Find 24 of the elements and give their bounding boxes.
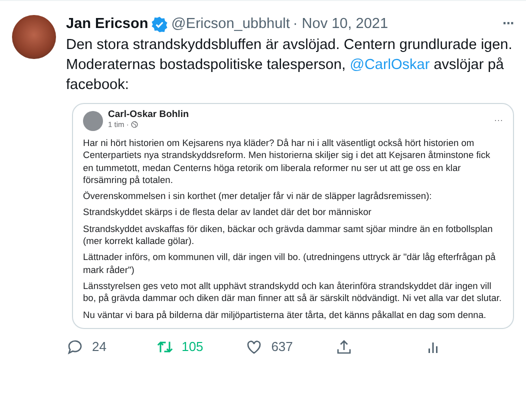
action-count: 24: [92, 339, 106, 354]
action-count: 637: [271, 339, 293, 354]
more-button[interactable]: ···: [502, 16, 514, 32]
post-paragraph: Länsstyrelsen ges veto mot allt upphävt strandskydd och kan återinföra strandskyddet där ingen vill bo, på grävda dammar och diken där man finner att så är särskilt nödvändigt. Ni vet alla var det slutar.: [83, 280, 503, 305]
author-name[interactable]: Jan Ericson: [66, 16, 148, 32]
post-more-dots: ···: [494, 115, 503, 125]
avatar: [83, 111, 103, 131]
post-paragraph: Lättnader införs, om kommunen vill, där ingen vill bo. (utredningens uttryck är "där låg efterfrågan på mark råder"): [83, 251, 497, 276]
embedded-post-card[interactable]: [72, 103, 514, 329]
speech-bubble-icon[interactable]: [66, 338, 84, 356]
tweet-date[interactable]: · Nov 10, 2021: [292, 16, 388, 32]
avatar[interactable]: [12, 15, 56, 59]
post-paragraph: Har ni hört historien om Kejsarens nya kläder? Då har ni i allt väsentligt också hört historien om Centerpartiets nya strandskyddsreform. Men historierna skiljer sig i det att Kejsaren åtminstone fick en tummetott, medan Centerns höga retorik om liberala reformer nu ser ut att ge oss en klar försämring på totalen.: [83, 137, 492, 186]
post-paragraph: Överenskommelsen i sin korthet (mer detaljer får vi när de släpper lagrådsremissen):: [83, 190, 433, 202]
post-paragraph: Nu väntar vi bara på bilderna där miljöpartisterna äter tårta, det känns påkallat en dag som denna.: [83, 308, 488, 321]
heart-icon[interactable]: [245, 338, 264, 356]
tweet-text: Den stora strandskyddsbluffen är avslöjad. Centern grundlurade igen. Moderaternas bostadspolitiske talesperson, @CarlOskar avslöjar på facebook:: [66, 36, 514, 95]
share-icon[interactable]: [334, 338, 353, 356]
globe-icon: [130, 121, 138, 128]
post-paragraph: Strandskyddet avskaffas för diken, bäckar och grävda dammar samt sjöar mindre än en fotbollsplan (mer korrekt kallade gölar).: [83, 222, 494, 248]
action-count: 105: [182, 339, 204, 354]
post-paragraph: Strandskyddet skärps i de flesta delar av landet där det bor människor: [83, 206, 372, 219]
post-author-name: Carl-Oskar Bohlin: [108, 109, 189, 120]
author-handle[interactable]: @Ericson_ubbhult: [171, 16, 290, 32]
